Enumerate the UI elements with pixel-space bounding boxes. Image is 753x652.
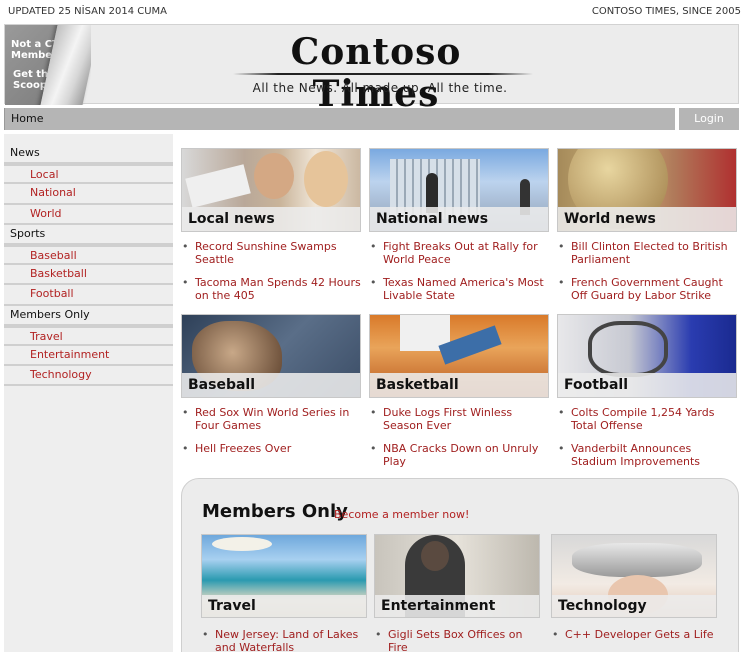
main-navbar: Home bbox=[4, 108, 675, 130]
sidebar-menu: News Local National World Sports Basebal… bbox=[4, 144, 173, 387]
card-title[interactable]: National news bbox=[370, 207, 548, 231]
sidebar-item-travel[interactable]: Travel bbox=[4, 325, 173, 346]
site-since-label: CONTOSO TIMES, SINCE 2005 bbox=[591, 6, 741, 17]
sidebar-item-world[interactable]: World bbox=[4, 205, 173, 225]
headline-link[interactable]: Record Sunshine Swamps Seattle bbox=[181, 240, 361, 266]
card-title[interactable]: Football bbox=[558, 373, 736, 397]
headline-list: C++ Developer Gets a Life bbox=[551, 628, 721, 641]
sidebar-item-basketball[interactable]: Basketball bbox=[4, 265, 173, 286]
members-title: Members Only bbox=[202, 501, 348, 522]
headline-link[interactable]: Vanderbilt Announces Stadium Improvement… bbox=[557, 442, 737, 468]
national-news-photo[interactable]: National news bbox=[369, 148, 549, 232]
headline-list: Red Sox Win World Series in Four Games H… bbox=[181, 406, 361, 465]
technology-photo[interactable]: Technology bbox=[551, 534, 717, 618]
headline-link[interactable]: Tacoma Man Spends 42 Hours on the 405 bbox=[181, 276, 361, 302]
nav-home-link[interactable]: Home bbox=[11, 112, 43, 125]
headline-link[interactable]: New Jersey: Land of Lakes and Waterfalls bbox=[201, 628, 371, 652]
local-news-photo[interactable]: Local news bbox=[181, 148, 361, 232]
card-title[interactable]: World news bbox=[558, 207, 736, 231]
world-news-photo[interactable]: World news bbox=[557, 148, 737, 232]
headline-list: Bill Clinton Elected to British Parliame… bbox=[557, 240, 737, 312]
card-title[interactable]: Baseball bbox=[182, 373, 360, 397]
card-title[interactable]: Basketball bbox=[370, 373, 548, 397]
logo-divider bbox=[233, 73, 533, 75]
headline-list: Fight Breaks Out at Rally for World Peac… bbox=[369, 240, 549, 312]
sidebar-section-news[interactable]: News bbox=[4, 144, 173, 165]
headline-link[interactable]: NBA Cracks Down on Unruly Play bbox=[369, 442, 549, 468]
headline-link[interactable]: Colts Compile 1,254 Yards Total Offense bbox=[557, 406, 737, 432]
sidebar-section-sports[interactable]: Sports bbox=[4, 225, 173, 245]
card-title[interactable]: Travel bbox=[202, 595, 366, 617]
updated-date: UPDATED 25 NİSAN 2014 CUMA bbox=[8, 6, 168, 17]
tagline: All the News. All made up. All the time. bbox=[252, 81, 508, 95]
sidebar: News Local National World Sports Basebal… bbox=[4, 134, 173, 652]
card-title[interactable]: Local news bbox=[182, 207, 360, 231]
members-only-panel: Members Only Become a member now! Travel… bbox=[181, 478, 739, 652]
basketball-photo[interactable]: Basketball bbox=[369, 314, 549, 398]
sidebar-item-national[interactable]: National bbox=[4, 184, 173, 205]
entertainment-photo[interactable]: Entertainment bbox=[374, 534, 540, 618]
card-title[interactable]: Entertainment bbox=[375, 595, 539, 617]
sidebar-item-technology[interactable]: Technology bbox=[4, 366, 173, 387]
card-title[interactable]: Technology bbox=[552, 595, 716, 617]
sidebar-item-entertainment[interactable]: Entertainment bbox=[4, 346, 173, 367]
headline-link[interactable]: French Government Caught Off Guard by La… bbox=[557, 276, 737, 302]
login-button[interactable]: Login bbox=[679, 108, 739, 130]
headline-list: Duke Logs First Winless Season Ever NBA … bbox=[369, 406, 549, 478]
headline-link[interactable]: Red Sox Win World Series in Four Games bbox=[181, 406, 361, 432]
sidebar-item-local[interactable]: Local bbox=[4, 164, 173, 185]
headline-list: Gigli Sets Box Offices on Fire bbox=[374, 628, 544, 652]
sidebar-item-baseball[interactable]: Baseball bbox=[4, 244, 173, 266]
masthead: Not a CT Member? Get the Scoop! ➜ Contos… bbox=[4, 24, 739, 115]
football-photo[interactable]: Football bbox=[557, 314, 737, 398]
headline-link[interactable]: C++ Developer Gets a Life bbox=[551, 628, 721, 641]
headline-link[interactable]: Texas Named America's Most Livable State bbox=[369, 276, 549, 302]
become-member-link[interactable]: Become a member now! bbox=[334, 508, 469, 521]
top-info-bar: UPDATED 25 NİSAN 2014 CUMA CONTOSO TIMES… bbox=[8, 6, 741, 20]
headline-list: New Jersey: Land of Lakes and Waterfalls bbox=[201, 628, 371, 652]
sidebar-item-football[interactable]: Football bbox=[4, 285, 173, 306]
baseball-photo[interactable]: Baseball bbox=[181, 314, 361, 398]
headline-link[interactable]: Bill Clinton Elected to British Parliame… bbox=[557, 240, 737, 266]
headline-link[interactable]: Fight Breaks Out at Rally for World Peac… bbox=[369, 240, 549, 266]
headline-link[interactable]: Hell Freezes Over bbox=[181, 442, 361, 455]
headline-list: Colts Compile 1,254 Yards Total Offense … bbox=[557, 406, 737, 478]
sidebar-section-members[interactable]: Members Only bbox=[4, 306, 173, 326]
headline-list: Record Sunshine Swamps Seattle Tacoma Ma… bbox=[181, 240, 361, 312]
travel-photo[interactable]: Travel bbox=[201, 534, 367, 618]
headline-link[interactable]: Gigli Sets Box Offices on Fire bbox=[374, 628, 544, 652]
headline-link[interactable]: Duke Logs First Winless Season Ever bbox=[369, 406, 549, 432]
member-promo-peel[interactable]: Not a CT Member? Get the Scoop! ➜ bbox=[5, 25, 91, 105]
